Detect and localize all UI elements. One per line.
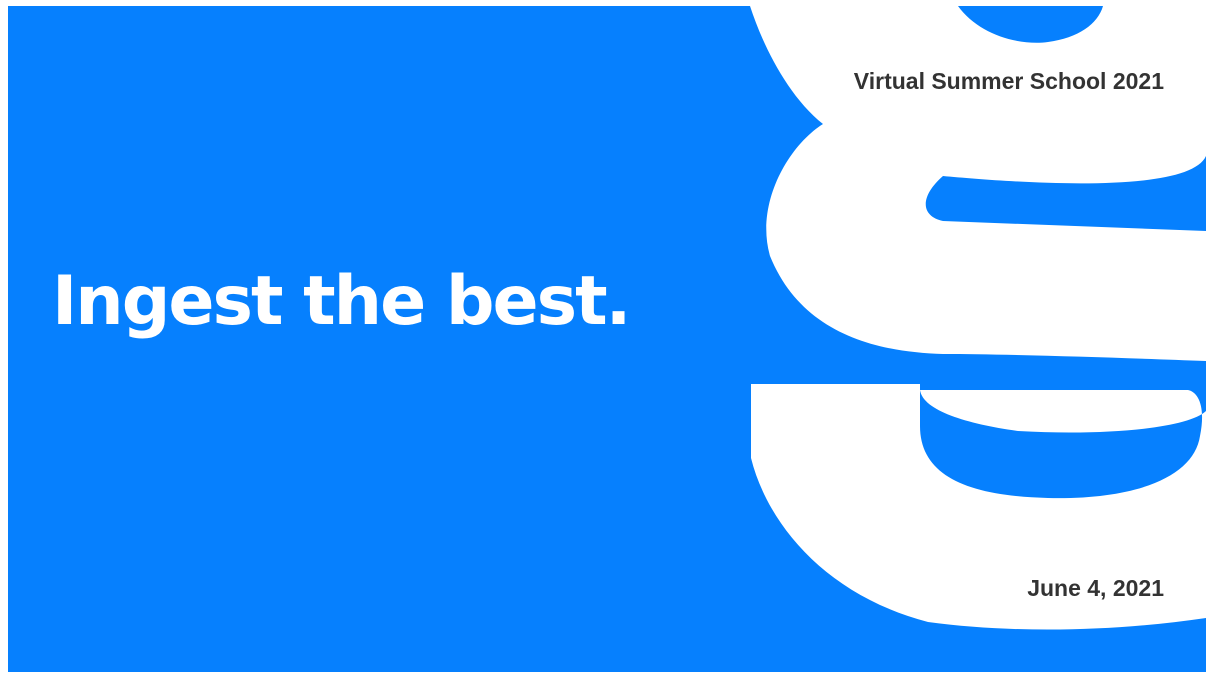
title-slide: Ingest the best. Virtual Summer School 2… bbox=[8, 6, 1206, 672]
event-name: Virtual Summer School 2021 bbox=[853, 68, 1164, 94]
event-date: June 4, 2021 bbox=[1027, 575, 1164, 601]
slide-headline: Ingest the best. bbox=[52, 262, 631, 341]
